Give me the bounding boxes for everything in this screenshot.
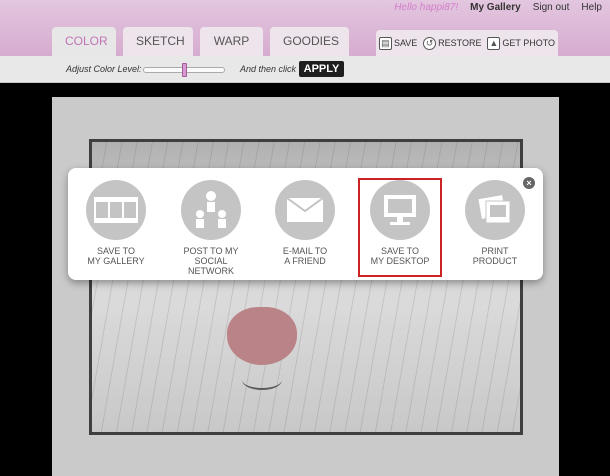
film-strip-icon bbox=[86, 180, 146, 240]
option-label-line2: MY GALLERY bbox=[87, 256, 145, 266]
tab-color[interactable]: COLOR bbox=[52, 27, 116, 56]
get-photo-button[interactable]: ▲ GET PHOTO bbox=[487, 36, 556, 50]
then-click-label: And then click bbox=[240, 64, 297, 74]
print-product-option[interactable]: PRINT PRODUCT bbox=[455, 180, 535, 266]
restore-button[interactable]: ↺ RESTORE bbox=[423, 36, 482, 50]
restore-icon: ↺ bbox=[423, 36, 437, 50]
sign-out-link[interactable]: Sign out bbox=[533, 2, 570, 13]
my-gallery-link[interactable]: My Gallery bbox=[470, 2, 521, 13]
slider-thumb[interactable] bbox=[182, 63, 187, 77]
option-label-line2: A FRIEND bbox=[284, 256, 326, 266]
tab-warp[interactable]: WARP bbox=[200, 27, 263, 56]
highlight-box bbox=[358, 178, 442, 277]
save-label: SAVE bbox=[393, 38, 418, 48]
overlay-dim bbox=[52, 97, 559, 476]
editor-tabs: COLOR SKETCH WARP GOODIES bbox=[52, 27, 349, 56]
email-friend-option[interactable]: E-MAIL TO A FRIEND bbox=[265, 180, 345, 266]
option-label-line1: E-MAIL TO bbox=[282, 246, 328, 256]
restore-label: RESTORE bbox=[438, 38, 482, 48]
share-panel: × SAVE TO MY GALLERY POST TO MY SOCIAL NET… bbox=[68, 168, 543, 280]
apply-button[interactable]: APPLY bbox=[299, 61, 344, 77]
adjust-toolbar: Adjust Color Level: And then click APPLY bbox=[0, 56, 610, 83]
save-button[interactable]: ▤ SAVE bbox=[378, 36, 418, 50]
get-photo-icon: ▲ bbox=[487, 36, 501, 50]
greeting-text: Hello happi87! bbox=[394, 2, 459, 13]
people-network-icon bbox=[181, 180, 241, 240]
floppy-icon: ▤ bbox=[378, 36, 392, 50]
save-to-gallery-option[interactable]: SAVE TO MY GALLERY bbox=[76, 180, 156, 266]
color-level-slider[interactable] bbox=[143, 63, 225, 77]
help-link[interactable]: Help bbox=[581, 2, 602, 13]
tab-goodies[interactable]: GOODIES bbox=[270, 27, 349, 56]
get-photo-label: GET PHOTO bbox=[502, 38, 556, 48]
option-label-line2: PRODUCT bbox=[472, 256, 518, 266]
option-label-line1: SAVE TO bbox=[96, 246, 136, 256]
top-header: Hello happi87! My Gallery Sign out Help … bbox=[0, 0, 610, 56]
option-label-line2: SOCIAL NETWORK bbox=[188, 256, 234, 276]
adjust-color-label: Adjust Color Level: bbox=[66, 64, 142, 74]
post-social-option[interactable]: POST TO MY SOCIAL NETWORK bbox=[171, 180, 251, 276]
envelope-icon bbox=[275, 180, 335, 240]
print-product-icon bbox=[465, 180, 525, 240]
tab-sketch[interactable]: SKETCH bbox=[123, 27, 193, 56]
photo-actions: ▤ SAVE ↺ RESTORE ▲ GET PHOTO bbox=[376, 30, 558, 56]
account-links: Hello happi87! My Gallery Sign out Help bbox=[394, 2, 602, 13]
option-label-line1: POST TO MY bbox=[183, 246, 239, 256]
option-label-line1: PRINT bbox=[481, 246, 509, 256]
